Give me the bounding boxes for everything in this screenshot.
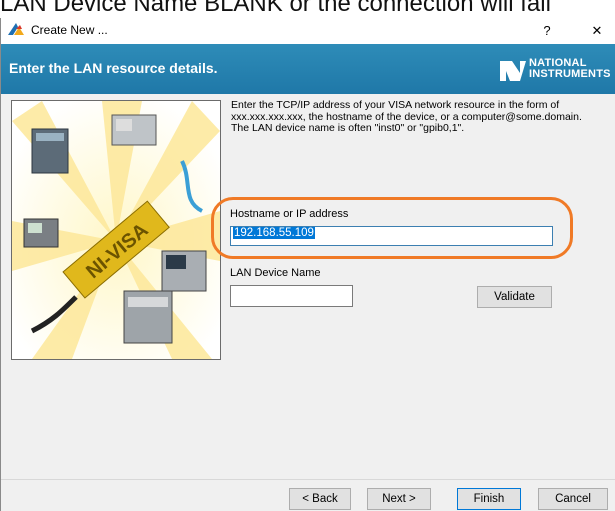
wizard-heading: Enter the LAN resource details. <box>9 60 218 76</box>
hostname-input[interactable]: 192.168.55.109 <box>230 226 553 246</box>
ni-visa-artwork-icon: NI-VISA <box>12 101 220 359</box>
cancel-button[interactable]: Cancel <box>538 488 608 510</box>
resource-description: Enter the TCP/IP address of your VISA ne… <box>231 99 582 134</box>
ni-visa-illustration: NI-VISA <box>11 100 221 360</box>
logo-line-instruments: INSTRUMENTS <box>529 68 611 80</box>
wizard-content: NI-VISA Enter the TCP/IP address of your… <box>1 94 615 511</box>
validate-button[interactable]: Validate <box>477 286 552 308</box>
wizard-header: Enter the LAN resource details. NATIONAL… <box>1 44 615 94</box>
create-new-dialog: Create New ... ? ✕ Enter the LAN resourc… <box>0 18 615 511</box>
back-button[interactable]: < Back <box>289 488 351 510</box>
lan-device-label: LAN Device Name <box>230 267 321 279</box>
title-bar: Create New ... ? ✕ <box>1 18 615 44</box>
next-button[interactable]: Next > <box>367 488 431 510</box>
lan-device-input[interactable] <box>230 285 353 307</box>
window-title: Create New ... <box>31 23 108 37</box>
close-button[interactable]: ✕ <box>583 20 611 42</box>
hostname-field-group: Hostname or IP address 192.168.55.109 <box>230 208 553 246</box>
footer-separator <box>1 479 615 480</box>
finish-button[interactable]: Finish <box>457 488 521 510</box>
ni-max-app-icon <box>8 23 24 35</box>
hostname-input-value: 192.168.55.109 <box>233 227 315 239</box>
help-button[interactable]: ? <box>533 20 561 42</box>
ni-logo-text: NATIONAL INSTRUMENTS <box>529 58 611 80</box>
background-caption: LAN Device Name BLANK or the connection … <box>0 0 551 17</box>
hostname-label: Hostname or IP address <box>230 208 349 220</box>
